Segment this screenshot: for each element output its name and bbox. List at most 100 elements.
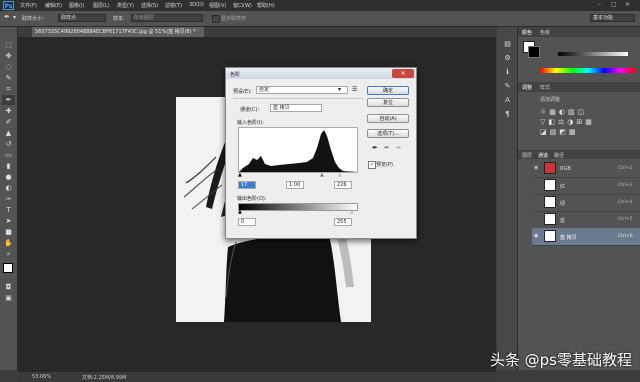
foreground-color-swatch[interactable] bbox=[3, 263, 13, 273]
brush-tool-icon[interactable]: ✐ bbox=[2, 117, 15, 127]
input-gamma-field[interactable]: 1.00 bbox=[286, 181, 304, 189]
menu-layer[interactable]: 图层(L) bbox=[93, 2, 110, 9]
output-slider[interactable]: ▲ ▲ bbox=[238, 209, 356, 215]
visibility-eye-icon[interactable]: ◉ bbox=[534, 233, 538, 239]
input-white-field[interactable]: 226 bbox=[334, 181, 352, 189]
menu-image[interactable]: 图像(I) bbox=[69, 2, 84, 9]
brush-panel-icon[interactable]: ✎ bbox=[501, 81, 514, 91]
gray-point-eyedropper-icon[interactable]: ✒ bbox=[384, 144, 390, 152]
photoshop-logo-icon: Ps bbox=[3, 1, 14, 10]
menu-select[interactable]: 选择(S) bbox=[141, 2, 158, 9]
menu-edit[interactable]: 编辑(E) bbox=[45, 2, 62, 9]
input-black-field[interactable]: 17 bbox=[238, 181, 256, 189]
crop-tool-icon[interactable]: ⌗ bbox=[2, 84, 15, 94]
menu-window[interactable]: 窗口(W) bbox=[233, 2, 252, 9]
tool-preset-arrow-icon[interactable]: ▾ bbox=[13, 14, 16, 21]
tab-layers[interactable]: 图层 bbox=[522, 152, 532, 159]
levels-dialog-titlebar[interactable]: 色阶 ✕ bbox=[226, 68, 416, 79]
sample-size-dropdown[interactable]: 取样点 bbox=[58, 14, 106, 22]
pen-tool-icon[interactable]: ✑ bbox=[2, 194, 15, 204]
show-ring-checkbox[interactable] bbox=[212, 15, 220, 23]
channel-row-red[interactable]: 红 Ctrl+3 bbox=[532, 177, 640, 195]
output-black-slider-handle[interactable]: ▲ bbox=[238, 209, 242, 215]
preset-chevron-down-icon[interactable]: ▾ bbox=[338, 86, 341, 93]
quick-mask-icon[interactable]: ◘ bbox=[2, 282, 15, 292]
eyedropper-icon[interactable]: ✒ bbox=[4, 13, 10, 21]
history-panel-icon[interactable]: ▤ bbox=[501, 39, 514, 49]
input-white-slider-handle[interactable]: ▲ bbox=[338, 172, 342, 178]
adjustments-panel-tabs: 调整 样式 bbox=[518, 82, 640, 92]
menu-file[interactable]: 文件(F) bbox=[20, 2, 37, 9]
channel-dropdown[interactable]: 蓝 拷贝 bbox=[270, 104, 322, 112]
white-point-eyedropper-icon[interactable]: ✒ bbox=[396, 144, 402, 152]
menu-help[interactable]: 帮助(H) bbox=[257, 2, 275, 9]
maximize-icon[interactable]: □ bbox=[611, 1, 617, 8]
tab-color[interactable]: 颜色 bbox=[522, 29, 532, 36]
preset-options-icon[interactable]: ☰ bbox=[352, 86, 357, 93]
screen-mode-icon[interactable]: ▣ bbox=[2, 293, 15, 303]
tab-channels[interactable]: 通道 bbox=[538, 152, 548, 159]
tab-adjustments[interactable]: 调整 bbox=[522, 84, 532, 91]
paragraph-panel-icon[interactable]: ¶ bbox=[501, 109, 514, 119]
options-button[interactable]: 选项(T)... bbox=[367, 129, 409, 138]
hand-tool-icon[interactable]: ✋ bbox=[2, 238, 15, 248]
sample-dropdown[interactable]: 所有图层 bbox=[131, 14, 203, 22]
healing-brush-tool-icon[interactable]: ✚ bbox=[2, 106, 15, 116]
color-slider[interactable] bbox=[558, 52, 628, 56]
menu-view[interactable]: 视图(V) bbox=[209, 2, 226, 9]
quick-select-tool-icon[interactable]: ✎ bbox=[2, 73, 15, 83]
channel-row-blue[interactable]: 蓝 Ctrl+5 bbox=[532, 211, 640, 229]
output-white-slider-handle[interactable]: ▲ bbox=[350, 209, 354, 215]
levels-dialog: 色阶 ✕ 预设(E): 自定 ▾ ☰ 通道(C): 蓝 拷贝 输入色阶(I): … bbox=[225, 67, 417, 239]
preview-checkbox[interactable]: ✓ bbox=[368, 161, 376, 169]
gradient-tool-icon[interactable]: ▮ bbox=[2, 161, 15, 171]
output-white-field[interactable]: 255 bbox=[334, 218, 352, 226]
history-brush-tool-icon[interactable]: ↺ bbox=[2, 139, 15, 149]
tab-styles[interactable]: 样式 bbox=[540, 84, 550, 91]
info-panel-icon[interactable]: ℹ bbox=[501, 67, 514, 77]
ok-button[interactable]: 确定 bbox=[367, 86, 409, 95]
move-tool-icon[interactable]: ✥ bbox=[2, 51, 15, 61]
tab-swatches[interactable]: 色板 bbox=[540, 29, 550, 36]
input-gamma-slider-handle[interactable]: ▲ bbox=[320, 172, 324, 178]
output-black-field[interactable]: 0 bbox=[238, 218, 256, 226]
menu-filter[interactable]: 滤镜(T) bbox=[165, 2, 182, 9]
zoom-level[interactable]: 53.06% bbox=[32, 374, 51, 380]
menu-3d[interactable]: 3D(D) bbox=[189, 2, 204, 8]
channel-row-green[interactable]: 绿 Ctrl+4 bbox=[532, 194, 640, 212]
path-select-tool-icon[interactable]: ➤ bbox=[2, 216, 15, 226]
shape-tool-icon[interactable]: ■ bbox=[2, 227, 15, 237]
dodge-tool-icon[interactable]: ◐ bbox=[2, 183, 15, 193]
lasso-tool-icon[interactable]: ◌ bbox=[2, 62, 15, 72]
color-panel-tabs: 颜色 色板 bbox=[518, 27, 640, 37]
channel-row-rgb[interactable]: ◉ RGB Ctrl+2 bbox=[532, 160, 640, 178]
adjustment-icons-grid[interactable]: ☼▦◐▨◫ ▽◧⚖◑⊞▦ ◪▧◩▩ bbox=[540, 107, 620, 137]
channel-label: 通道(C): bbox=[240, 107, 260, 113]
minimize-icon[interactable]: – bbox=[598, 1, 601, 8]
input-black-slider-handle[interactable]: ▲ bbox=[238, 172, 242, 178]
close-icon[interactable]: ✕ bbox=[625, 1, 630, 8]
preset-dropdown[interactable]: 自定 bbox=[256, 86, 348, 94]
blur-tool-icon[interactable]: ● bbox=[2, 172, 15, 182]
black-point-eyedropper-icon[interactable]: ✒ bbox=[372, 144, 378, 152]
marquee-tool-icon[interactable]: ⬚ bbox=[2, 40, 15, 50]
channel-row-blue-copy[interactable]: ◉ 蓝 拷贝 Ctrl+6 bbox=[532, 228, 640, 246]
eraser-tool-icon[interactable]: ▭ bbox=[2, 150, 15, 160]
dialog-close-icon[interactable]: ✕ bbox=[392, 69, 414, 78]
input-slider[interactable]: ▲ ▲ ▲ bbox=[238, 172, 356, 178]
type-tool-icon[interactable]: T bbox=[2, 205, 15, 215]
zoom-tool-icon[interactable]: ⌕ bbox=[2, 249, 15, 259]
visibility-eye-icon[interactable]: ◉ bbox=[534, 165, 538, 171]
color-spectrum[interactable] bbox=[540, 68, 636, 73]
character-panel-icon[interactable]: A bbox=[501, 95, 514, 105]
tab-paths[interactable]: 路径 bbox=[554, 152, 564, 159]
reset-button[interactable]: 复位 bbox=[367, 98, 409, 107]
auto-button[interactable]: 自动(A) bbox=[367, 114, 409, 123]
document-tab[interactable]: 5607325C4992804888AECBF61717F43C.jpg @ 5… bbox=[32, 27, 204, 37]
menu-type[interactable]: 类型(Y) bbox=[117, 2, 134, 9]
properties-panel-icon[interactable]: ⚙ bbox=[501, 53, 514, 63]
clone-stamp-tool-icon[interactable]: ▲ bbox=[2, 128, 15, 138]
eyedropper-tool-icon[interactable]: ✒ bbox=[2, 95, 15, 105]
panel-background-swatch[interactable] bbox=[528, 46, 540, 58]
workspace-dropdown[interactable]: 基本功能 bbox=[590, 14, 635, 22]
